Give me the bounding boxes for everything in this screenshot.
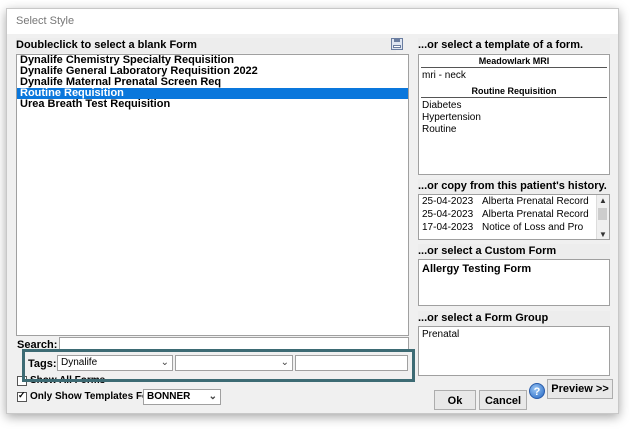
only-show-templates-label: Only Show Templates For: [30, 391, 156, 402]
save-icon[interactable] [391, 38, 403, 50]
templates-list[interactable]: Meadowlark MRI mri - neck Routine Requis… [418, 54, 610, 175]
history-scrollbar[interactable]: ▲ ▼ [596, 195, 609, 239]
templates-header: ...or select a template of a form. [418, 38, 610, 53]
template-group-title: Routine Requisition [421, 85, 607, 98]
custom-form-list[interactable]: Allergy Testing Form [418, 259, 610, 306]
form-group-header: ...or select a Form Group [418, 311, 610, 326]
scroll-down-icon[interactable]: ▼ [599, 230, 607, 239]
preview-button[interactable]: Preview >> [547, 379, 613, 399]
scroll-thumb[interactable] [598, 208, 607, 220]
template-item[interactable]: mri - neck [419, 68, 609, 82]
history-date: 25-04-2023 [422, 209, 474, 220]
only-show-templates-checkbox[interactable]: ✓ [17, 390, 27, 402]
history-name: Notice of Loss and Pro [482, 222, 584, 233]
window-title: Select Style [16, 15, 75, 27]
history-header: ...or copy from this patient's history. [418, 179, 610, 194]
templates-for-select[interactable]: BONNER ⌄ [143, 389, 221, 405]
template-item[interactable]: Hypertension [419, 112, 609, 124]
history-row[interactable]: 17-04-2023 Notice of Loss and Pro [419, 221, 609, 234]
history-date: 17-04-2023 [422, 222, 474, 233]
history-date: 25-04-2023 [422, 196, 474, 207]
history-list[interactable]: 25-04-2023 Alberta Prenatal Record 25-04-… [418, 194, 610, 240]
ok-button[interactable]: Ok [434, 390, 476, 410]
select-style-dialog: Select Style Doubleclick to select a bla… [6, 8, 619, 414]
template-item[interactable]: Routine [419, 124, 609, 136]
blank-forms-list[interactable]: Dynalife Chemistry Specialty Requisition… [16, 54, 409, 336]
title-bar: Select Style [7, 9, 618, 34]
checkmark-icon: ✓ [18, 390, 26, 400]
cancel-button[interactable]: Cancel [479, 390, 527, 410]
chevron-down-icon: ⌄ [208, 391, 217, 402]
form-group-list[interactable]: Prenatal [418, 326, 610, 376]
scroll-up-icon[interactable]: ▲ [599, 196, 607, 205]
blank-form-item[interactable]: Urea Breath Test Requisition [17, 99, 408, 110]
templates-for-value: BONNER [147, 391, 191, 402]
history-name: Alberta Prenatal Record [482, 196, 589, 207]
template-group-title: Meadowlark MRI [421, 55, 607, 68]
history-row[interactable]: 25-04-2023 Alberta Prenatal Record [419, 208, 609, 221]
custom-form-item[interactable]: Allergy Testing Form [419, 260, 609, 278]
history-name: Alberta Prenatal Record [482, 209, 589, 220]
template-item[interactable]: Diabetes [419, 98, 609, 112]
blank-forms-header: Doubleclick to select a blank Form [16, 38, 396, 53]
form-group-item[interactable]: Prenatal [419, 327, 609, 342]
history-row[interactable]: 25-04-2023 Alberta Prenatal Record [419, 195, 609, 208]
help-icon[interactable]: ? [529, 383, 545, 399]
tags-highlight-outline [22, 349, 415, 382]
custom-form-header: ...or select a Custom Form [418, 244, 610, 259]
